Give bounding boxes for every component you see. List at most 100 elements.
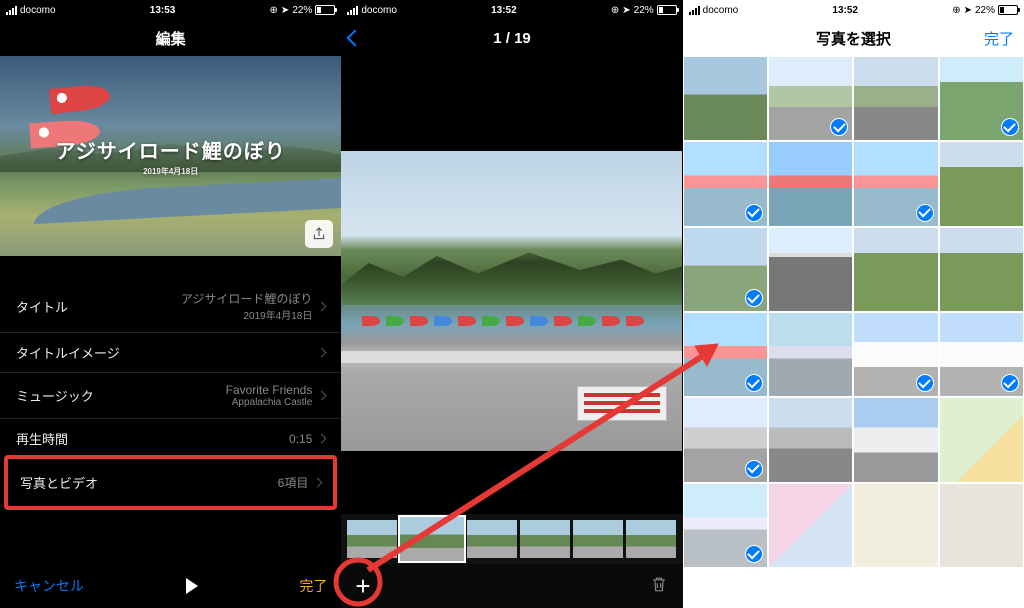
- alarm-icon: ⊕: [611, 5, 619, 16]
- photo-cell[interactable]: [769, 142, 852, 225]
- battery-pct: 22%: [292, 5, 312, 16]
- status-bar: docomo 13:52 ⊕ ➤ 22%: [341, 0, 682, 20]
- chevron-left-icon: [347, 30, 364, 47]
- photo-thumbnail: [684, 57, 767, 140]
- delete-button[interactable]: [649, 573, 669, 600]
- checkmark-icon: [745, 289, 763, 307]
- photo-thumbnail: [940, 142, 1023, 225]
- photo-cell[interactable]: [854, 142, 937, 225]
- photo-thumbnail: [769, 142, 852, 225]
- photo-counter: 1 / 19: [493, 30, 531, 47]
- nav-bar: 編集: [0, 20, 341, 56]
- koinobori-icon: [49, 83, 111, 114]
- photo-cell[interactable]: [769, 398, 852, 481]
- clock: 13:53: [150, 5, 176, 16]
- thumbnail[interactable]: [467, 520, 517, 558]
- bottom-toolbar: キャンセル 完了: [0, 564, 341, 608]
- photo-cell[interactable]: [854, 228, 937, 311]
- thumbnail-strip[interactable]: [341, 514, 682, 564]
- thumbnail-selected[interactable]: [400, 517, 464, 561]
- photo-grid: [683, 56, 1024, 568]
- clock: 13:52: [491, 5, 517, 16]
- photo-cell[interactable]: [769, 313, 852, 396]
- screen-photo-picker: docomo 13:52 ⊕ ➤ 22% 写真を選択 完了: [683, 0, 1024, 608]
- row-music[interactable]: ミュージック Favorite Friends Appalachia Castl…: [0, 373, 341, 419]
- photo-thumbnail: [769, 398, 852, 481]
- row-title[interactable]: タイトル アジサイロード鯉のぼり 2019年4月18日: [0, 280, 341, 333]
- photo-cell[interactable]: [684, 398, 767, 481]
- nav-bar: 1 / 19: [341, 20, 682, 56]
- photo-cell[interactable]: [684, 484, 767, 567]
- play-button[interactable]: [186, 578, 198, 594]
- photo-cell[interactable]: [940, 398, 1023, 481]
- screen-photo-viewer: docomo 13:52 ⊕ ➤ 22% 1 / 19: [341, 0, 682, 608]
- photo-thumbnail: [940, 398, 1023, 481]
- carrier-label: docomo: [703, 5, 739, 16]
- photo-cell[interactable]: [940, 228, 1023, 311]
- carrier-label: docomo: [361, 5, 397, 16]
- share-button[interactable]: [305, 220, 333, 248]
- photo-cell[interactable]: [769, 57, 852, 140]
- signal-icon: [6, 6, 17, 15]
- thumbnail[interactable]: [626, 520, 676, 558]
- photo-thumbnail: [769, 484, 852, 567]
- photo-cell[interactable]: [684, 142, 767, 225]
- photo-cell[interactable]: [684, 57, 767, 140]
- checkmark-icon: [745, 204, 763, 222]
- battery-icon: [998, 5, 1018, 15]
- clock: 13:52: [832, 5, 858, 16]
- nav-title: 編集: [156, 28, 186, 49]
- chevron-right-icon: [317, 434, 327, 444]
- photo-cell[interactable]: [684, 228, 767, 311]
- photo-cell[interactable]: [854, 313, 937, 396]
- cancel-button[interactable]: キャンセル: [14, 576, 84, 596]
- photo-cell[interactable]: [940, 142, 1023, 225]
- bottom-toolbar: +: [341, 564, 682, 608]
- photo-thumbnail: [854, 484, 937, 567]
- location-icon: ➤: [622, 5, 630, 16]
- done-button[interactable]: 完了: [299, 576, 327, 596]
- memory-hero[interactable]: アジサイロード鯉のぼり 2019年4月18日: [0, 56, 341, 256]
- battery-icon: [315, 5, 335, 15]
- location-icon: ➤: [281, 5, 289, 16]
- photo-cell[interactable]: [940, 484, 1023, 567]
- screen-edit-memory: docomo 13:53 ⊕ ➤ 22% 編集 アジサイロード鯉のぼり 2019…: [0, 0, 341, 608]
- photo-cell[interactable]: [684, 313, 767, 396]
- photo-cell[interactable]: [854, 484, 937, 567]
- photo-thumbnail: [854, 398, 937, 481]
- carrier-label: docomo: [20, 5, 56, 16]
- status-bar: docomo 13:52 ⊕ ➤ 22%: [683, 0, 1024, 20]
- row-photos-videos[interactable]: 写真とビデオ 6項目: [8, 459, 333, 506]
- photo-viewer[interactable]: [341, 56, 682, 546]
- chevron-right-icon: [317, 301, 327, 311]
- status-bar: docomo 13:53 ⊕ ➤ 22%: [0, 0, 341, 20]
- thumbnail[interactable]: [347, 520, 397, 558]
- chevron-right-icon: [317, 348, 327, 358]
- thumbnail[interactable]: [520, 520, 570, 558]
- photo-cell[interactable]: [854, 398, 937, 481]
- memory-title-overlay: アジサイロード鯉のぼり 2019年4月18日: [56, 135, 286, 177]
- battery-icon: [657, 5, 677, 15]
- annotation-highlight-box: 写真とビデオ 6項目: [4, 455, 337, 510]
- photo-cell[interactable]: [769, 228, 852, 311]
- nav-bar: 写真を選択 完了: [683, 20, 1024, 56]
- done-button[interactable]: 完了: [984, 28, 1014, 49]
- photo-cell[interactable]: [940, 57, 1023, 140]
- photo-cell[interactable]: [940, 313, 1023, 396]
- photo-thumbnail: [854, 57, 937, 140]
- checkmark-icon: [745, 460, 763, 478]
- row-title-image[interactable]: タイトルイメージ: [0, 333, 341, 373]
- signal-icon: [347, 6, 358, 15]
- photo-cell[interactable]: [854, 57, 937, 140]
- photo-cell[interactable]: [769, 484, 852, 567]
- row-duration[interactable]: 再生時間 0:15: [0, 419, 341, 452]
- nav-title: 写真を選択: [816, 28, 891, 49]
- photo-thumbnail: [854, 228, 937, 311]
- alarm-icon: ⊕: [952, 5, 960, 16]
- alarm-icon: ⊕: [270, 5, 278, 16]
- chevron-right-icon: [313, 478, 323, 488]
- back-button[interactable]: [349, 32, 361, 44]
- add-button[interactable]: +: [355, 573, 370, 599]
- thumbnail[interactable]: [573, 520, 623, 558]
- photo-thumbnail: [769, 228, 852, 311]
